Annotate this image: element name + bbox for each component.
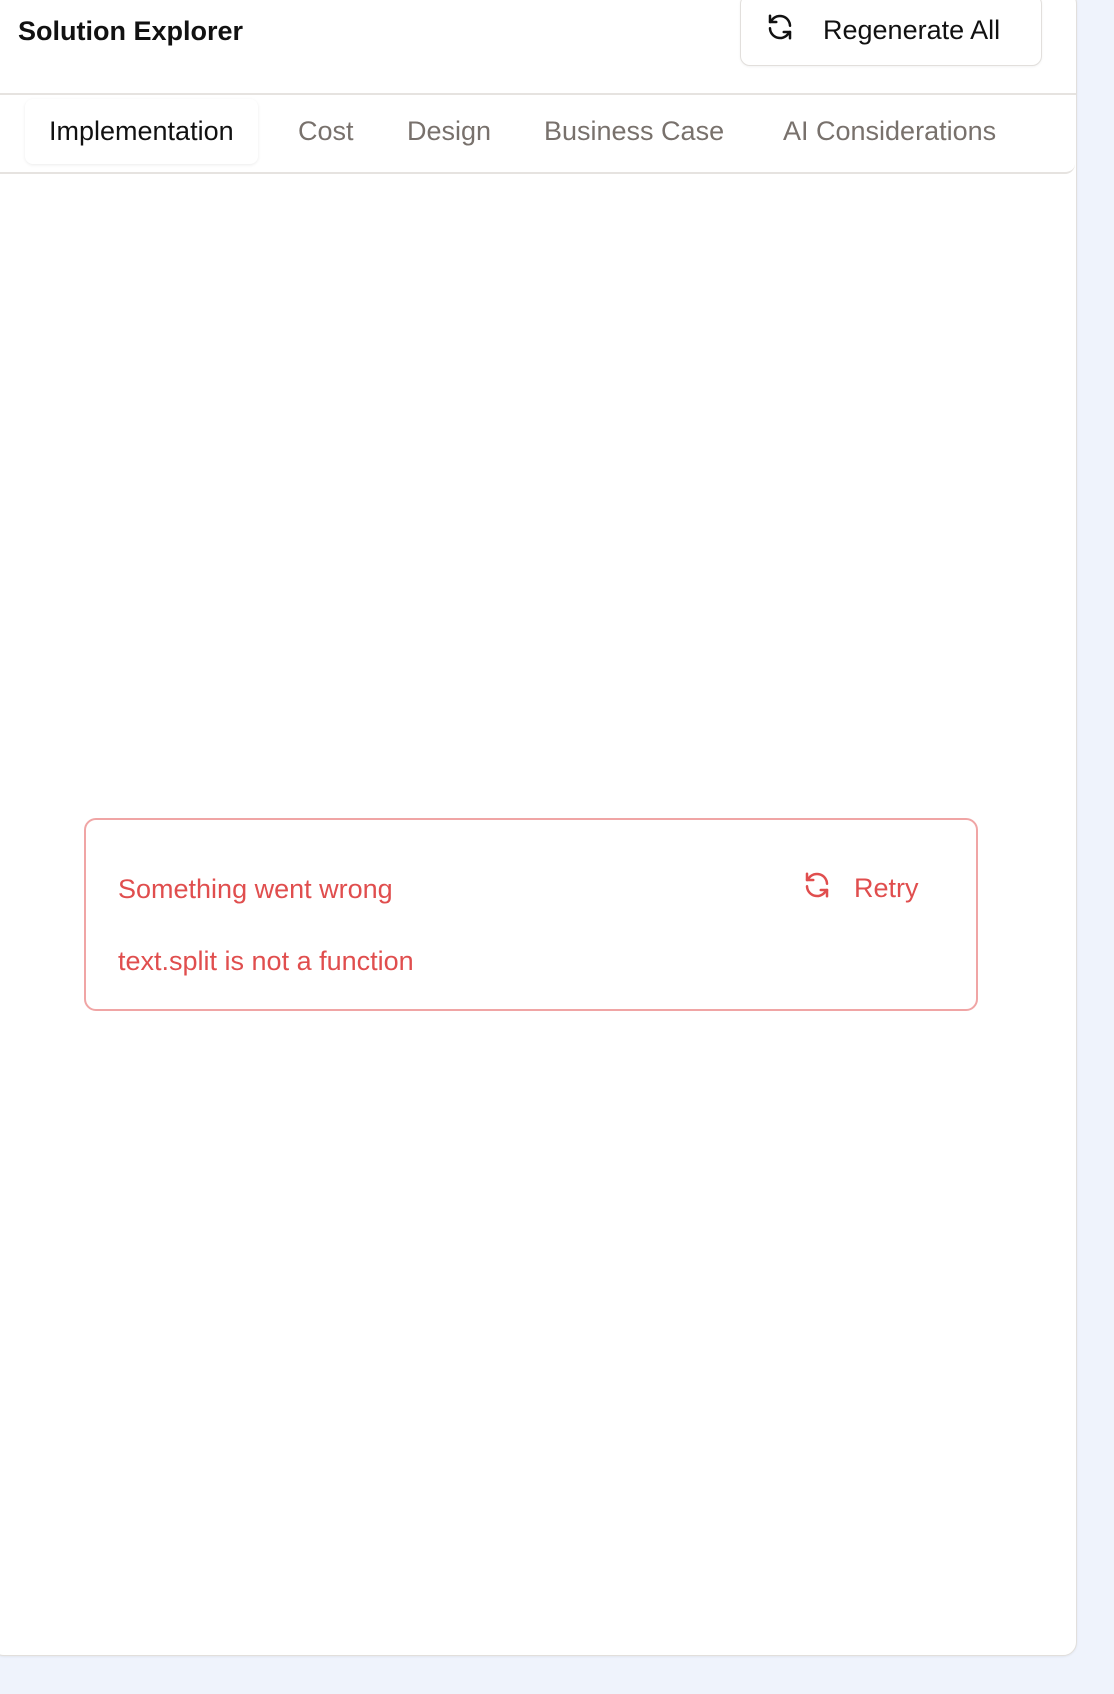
error-title: Something went wrong — [118, 874, 393, 904]
tab-bar: Implementation Cost Design Business Case… — [0, 95, 1075, 174]
retry-button[interactable]: Retry — [802, 870, 919, 907]
refresh-icon — [765, 12, 795, 49]
tab-business-case[interactable]: Business Case — [544, 99, 724, 164]
tab-implementation[interactable]: Implementation — [25, 99, 258, 164]
regenerate-all-button[interactable]: Regenerate All — [740, 0, 1042, 66]
tab-ai-considerations[interactable]: AI Considerations — [783, 99, 996, 164]
refresh-icon — [802, 870, 832, 907]
page-title: Solution Explorer — [18, 16, 244, 46]
regenerate-all-label: Regenerate All — [823, 14, 1001, 45]
tab-cost[interactable]: Cost — [298, 99, 354, 164]
error-message: text.split is not a function — [118, 946, 414, 976]
error-card: Something went wrong Retry text.split is… — [84, 818, 978, 1011]
retry-label: Retry — [854, 873, 919, 903]
tab-design[interactable]: Design — [407, 99, 491, 164]
